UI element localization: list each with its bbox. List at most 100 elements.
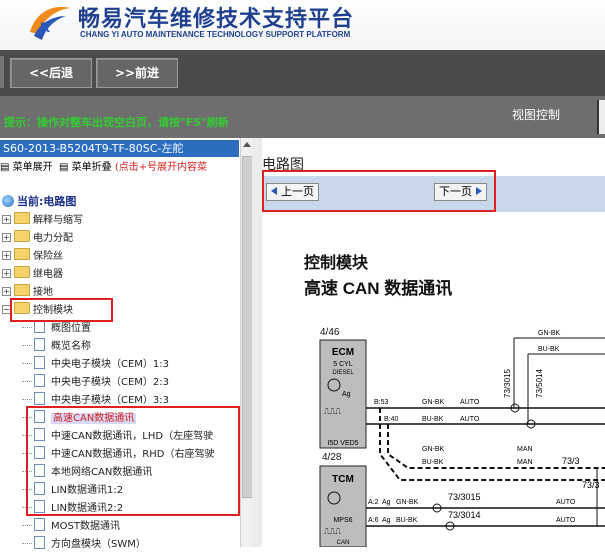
nav-bar: <<后退 >>前进 <box>0 50 605 96</box>
wire-label: BU-BK <box>422 416 444 423</box>
conn-label: 73/3015 <box>503 369 512 398</box>
folder-icon <box>14 266 30 278</box>
expand-plus-icon[interactable]: + <box>2 251 11 260</box>
ref-ecm: 4/46 <box>320 327 340 338</box>
doc-label: MOST数据通讯 <box>51 521 120 532</box>
annotation-box-pager <box>262 170 496 212</box>
wire-man <box>379 408 605 481</box>
tree-connector <box>22 363 32 364</box>
tree-connector <box>22 525 32 526</box>
panel-toggle[interactable] <box>597 100 605 134</box>
doc-label: 概图位置 <box>51 323 91 334</box>
main-panel: 电路图 上一页 下一页 控制模块 高速 CAN 数据通讯 4/46 ECM 5 … <box>262 138 605 547</box>
wiring-diagram: 控制模块 高速 CAN 数据通讯 4/46 ECM 5 CYL DIESEL A… <box>304 253 605 547</box>
ecm-line2: DIESEL <box>332 370 354 376</box>
app-title: 畅易汽车维修技术支持平台 <box>78 7 355 32</box>
wire-label: BU-BK <box>396 517 418 524</box>
tcm-line1: MPS6 <box>333 517 352 524</box>
conn-label: 73/3 <box>562 456 580 466</box>
menu-expand-button[interactable]: 菜单展开 <box>13 162 53 173</box>
header-banner: R 畅易汽车维修技术支持平台 CHANG YI AUTO MAINTENANCE… <box>0 0 605 50</box>
ref-tcm: 4/28 <box>322 452 342 463</box>
tree-connector <box>22 543 32 544</box>
doc-label: 方向盘模块（SWM） <box>51 539 146 550</box>
wire-label: AUTO <box>460 399 480 406</box>
document-icon <box>34 392 45 405</box>
wire-label: BU-BK <box>422 459 444 466</box>
tree-doc[interactable]: MOST数据通讯 <box>22 518 120 536</box>
tree-folder-power[interactable]: + 电力分配 <box>2 230 73 248</box>
annotation-box-folder <box>10 298 113 322</box>
wire-label: MAN <box>517 459 533 466</box>
view-control-link[interactable]: 视图控制 <box>512 106 560 123</box>
conn-label: 73/3014 <box>448 510 481 520</box>
wire-label: AUTO <box>460 416 480 423</box>
ag-label: Ag <box>382 499 391 506</box>
tcm-title: TCM <box>332 474 354 485</box>
folder-label: 保险丝 <box>33 251 63 262</box>
folder-icon <box>14 248 30 260</box>
ecm-title: ECM <box>332 347 354 358</box>
tcm-line2: CAN <box>337 540 350 546</box>
wire-label: BU-BK <box>538 346 560 353</box>
pin-label: B:53 <box>374 399 389 406</box>
doc-label: 中央电子模块（CEM）2:3 <box>51 377 170 388</box>
tree-connector <box>22 345 32 346</box>
tcm-wave-icon: ⎍⎍⎍ <box>324 527 341 536</box>
conn-label: 73/3 <box>582 480 600 490</box>
folder-label: 继电器 <box>33 269 63 280</box>
conn-label: 73/5014 <box>535 369 544 398</box>
back-button[interactable]: <<后退 <box>10 58 92 88</box>
tree-doc[interactable]: 概图位置 <box>22 320 91 338</box>
conn-label: 73/3015 <box>448 492 481 502</box>
pin-label: A:2 <box>368 499 379 506</box>
collapse-icon: ▤ <box>59 162 69 173</box>
tree-doc[interactable]: 中央电子模块（CEM）1:3 <box>22 356 169 374</box>
wire-label: AUTO <box>556 499 576 506</box>
document-icon <box>34 374 45 387</box>
folder-icon <box>14 230 30 242</box>
tree-folder-explanations[interactable]: + 解释与缩写 <box>2 212 83 230</box>
tree-folder-fuses[interactable]: + 保险丝 <box>2 248 63 266</box>
app-subtitle: CHANG YI AUTO MAINTENANCE TECHNOLOGY SUP… <box>80 30 351 39</box>
forward-button[interactable]: >>前进 <box>96 58 178 88</box>
wire-label: GN-BK <box>396 499 419 506</box>
tree-folder-relays[interactable]: + 继电器 <box>2 266 63 284</box>
folder-label: 解释与缩写 <box>33 215 83 226</box>
diagram-heading-2: 高速 CAN 数据通讯 <box>304 278 452 298</box>
tree-doc[interactable]: 概览名称 <box>22 338 91 356</box>
expand-plus-icon[interactable]: + <box>2 269 11 278</box>
tree-doc[interactable]: 中央电子模块（CEM）2:3 <box>22 374 169 392</box>
expand-plus-icon[interactable]: + <box>2 215 11 224</box>
folder-icon <box>14 284 30 296</box>
scroll-up-icon[interactable] <box>243 142 251 147</box>
tree-connector <box>22 327 32 328</box>
tree-connector <box>22 399 32 400</box>
wire-label: GN-BK <box>422 446 445 453</box>
wire-label: GN-BK <box>538 330 561 337</box>
expand-plus-icon[interactable]: + <box>2 287 11 296</box>
expand-icon: ▤ <box>0 162 10 173</box>
current-section: 当前:电路图 <box>2 194 76 210</box>
doc-label: 中央电子模块（CEM）3:3 <box>51 395 170 406</box>
panel-divider[interactable] <box>252 138 262 547</box>
svg-text:R: R <box>40 19 50 35</box>
menu-controls: ▤ 菜单展开 ▤ 菜单折叠 (点击+号展开内容菜 <box>0 160 240 176</box>
annotation-box-docs <box>26 406 240 516</box>
document-icon <box>34 356 45 369</box>
wire-label: AUTO <box>556 517 576 524</box>
folder-label: 电力分配 <box>33 233 73 244</box>
ag-label: Ag <box>382 517 391 524</box>
ecm-line1: 5 CYL <box>333 361 353 368</box>
vehicle-model: S60-2013-B5204T9-TF-80SC-左舵 <box>0 140 239 157</box>
menu-collapse-button[interactable]: 菜单折叠 <box>72 162 112 173</box>
current-label: 当前:电路图 <box>17 195 77 208</box>
doc-label: 概览名称 <box>51 341 91 352</box>
location-pin-icon <box>2 195 14 207</box>
nav-edge <box>0 56 4 88</box>
tree-connector <box>22 381 32 382</box>
document-icon <box>34 518 45 531</box>
folder-label: 接地 <box>33 287 53 298</box>
expand-plus-icon[interactable]: + <box>2 233 11 242</box>
tree-doc[interactable]: 方向盘模块（SWM） <box>22 536 146 554</box>
